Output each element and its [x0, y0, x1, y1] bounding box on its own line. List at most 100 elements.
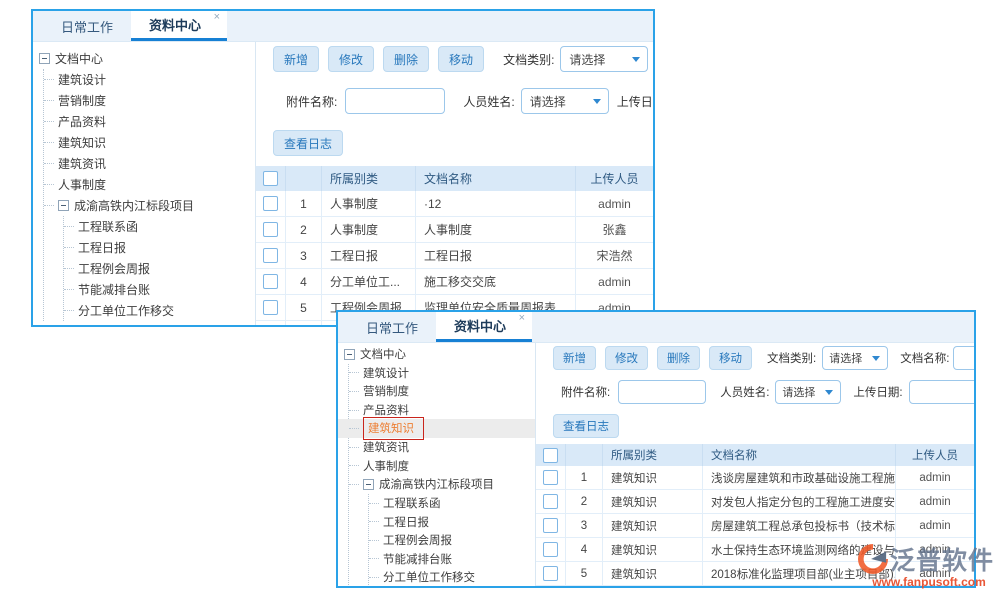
tab-daily-work[interactable]: 日常工作	[43, 11, 131, 41]
row-checkbox[interactable]	[263, 300, 278, 315]
view-log-button[interactable]: 查看日志	[273, 130, 343, 156]
collapse-icon[interactable]	[58, 200, 69, 211]
tree-item[interactable]: 工程联系函	[64, 216, 255, 237]
move-button[interactable]: 移动	[438, 46, 484, 72]
tree-item[interactable]: 文档中心	[338, 345, 535, 364]
doc-name-input[interactable]	[953, 346, 974, 370]
tree-item[interactable]: 分工单位工作移交	[369, 568, 535, 586]
edit-button[interactable]: 修改	[605, 346, 648, 370]
checkbox-cell	[256, 243, 286, 268]
add-button[interactable]: 新增	[553, 346, 596, 370]
table-row[interactable]: 2 人事制度 人事制度 张鑫	[256, 217, 653, 243]
tree-item[interactable]: 建筑知识	[44, 132, 255, 153]
tree-item[interactable]: 工程联系函	[369, 494, 535, 513]
tab-daily-work[interactable]: 日常工作	[348, 312, 436, 342]
table-row[interactable]: 1 人事制度 ·12 admin	[256, 191, 653, 217]
row-checkbox[interactable]	[543, 470, 558, 485]
header-uploader: 上传人员	[576, 166, 653, 191]
tree-item-label: 工程日报	[383, 514, 429, 530]
tree-item[interactable]: 产品资料	[44, 111, 255, 132]
select-all-checkbox[interactable]	[543, 448, 558, 463]
document-tree: 文档中心 建筑设计 营销制度 产品资料 建筑知识 建筑资讯 人事制度 成渝高铁内…	[338, 343, 536, 586]
fanpu-logo-icon	[858, 544, 888, 574]
tree-item-label: 营销制度	[58, 92, 106, 109]
cell-doc-name: ·12	[416, 191, 576, 216]
tree-item[interactable]: 建筑知识	[338, 419, 535, 438]
select-all-checkbox[interactable]	[263, 171, 278, 186]
tree-item-label: 建筑知识	[363, 417, 424, 440]
table-row[interactable]: 2 建筑知识 对发包人指定分包的工程施工进度安... admin	[536, 490, 974, 514]
tab-data-center[interactable]: 资料中心 ×	[436, 312, 532, 342]
tree-item[interactable]: 营销制度	[349, 382, 535, 401]
collapse-icon[interactable]	[39, 53, 50, 64]
tree-item[interactable]: 成渝高铁内江标段项目	[44, 195, 255, 216]
dropdown-arrow-icon	[632, 57, 640, 62]
tree-item[interactable]: 成渝高铁内江标段项目	[349, 475, 535, 494]
tree-item[interactable]: 建筑资讯	[44, 153, 255, 174]
view-log-button[interactable]: 查看日志	[553, 414, 619, 438]
table-body: 1 人事制度 ·12 admin 2 人事制度 人事制度 张鑫 3 工程日报 工…	[256, 191, 653, 325]
header-doc-name: 文档名称	[703, 444, 896, 466]
row-checkbox[interactable]	[543, 494, 558, 509]
cell-doc-name: 浅谈房屋建筑和市政基础设施工程施...	[703, 466, 896, 489]
cell-doc-name: 人事制度	[416, 217, 576, 242]
person-name-select[interactable]: 请选择	[521, 88, 609, 114]
table-row[interactable]: 1 建筑知识 浅谈房屋建筑和市政基础设施工程施... admin	[536, 466, 974, 490]
upload-date-label: 上传日期:	[853, 384, 902, 400]
attachment-name-input[interactable]	[618, 380, 706, 404]
delete-button[interactable]: 删除	[383, 46, 429, 72]
tree-item[interactable]: 节能减排台账	[369, 550, 535, 569]
attachment-name-input[interactable]	[345, 88, 445, 114]
row-number: 2	[566, 490, 603, 513]
cell-uploader: admin	[896, 466, 974, 489]
row-checkbox[interactable]	[263, 274, 278, 289]
table-row[interactable]: 3 建筑知识 房屋建筑工程总承包投标书（技术标... admin	[536, 514, 974, 538]
row-checkbox[interactable]	[543, 518, 558, 533]
tree-item-label: 分工单位工作移交	[78, 302, 174, 319]
collapse-icon[interactable]	[363, 479, 374, 490]
cell-category: 分工单位工...	[322, 269, 416, 294]
tree-item[interactable]: 分工单位工作移交	[64, 300, 255, 321]
edit-button[interactable]: 修改	[328, 46, 374, 72]
tree-item[interactable]: 工程日报	[369, 512, 535, 531]
tree-item[interactable]: 营销制度	[44, 90, 255, 111]
row-checkbox[interactable]	[263, 248, 278, 263]
toolbar-row-log: 查看日志	[256, 130, 653, 156]
add-button[interactable]: 新增	[273, 46, 319, 72]
table-row[interactable]: 3 工程日报 工程日报 宋浩然	[256, 243, 653, 269]
checkbox-cell	[536, 514, 566, 537]
close-icon[interactable]: ×	[214, 12, 220, 23]
tree-item[interactable]: 工程例会周报	[369, 531, 535, 550]
header-doc-name: 文档名称	[416, 166, 576, 191]
tree-item[interactable]: 建筑设计	[349, 364, 535, 383]
collapse-icon[interactable]	[344, 349, 355, 360]
tree-item[interactable]: 工程日报	[64, 237, 255, 258]
tab-label: 资料中心	[454, 316, 506, 335]
tab-data-center[interactable]: 资料中心 ×	[131, 11, 227, 41]
doc-category-select[interactable]: 请选择	[560, 46, 648, 72]
tree-item[interactable]: 人事制度	[349, 457, 535, 476]
close-icon[interactable]: ×	[519, 313, 525, 324]
tree-item[interactable]: 工程例会周报	[64, 258, 255, 279]
checkbox-cell	[256, 217, 286, 242]
move-button[interactable]: 移动	[709, 346, 752, 370]
doc-category-select[interactable]: 请选择	[822, 346, 888, 370]
tree-item[interactable]: 建筑资讯	[349, 438, 535, 457]
row-checkbox[interactable]	[543, 566, 558, 581]
tree-item[interactable]: 人事制度	[44, 174, 255, 195]
tree-item-label: 人事制度	[363, 458, 409, 474]
header-category: 所属别类	[322, 166, 416, 191]
row-checkbox[interactable]	[263, 196, 278, 211]
person-name-select[interactable]: 请选择	[775, 380, 841, 404]
tree-item[interactable]: 建筑设计	[44, 69, 255, 90]
tree-item[interactable]: 文档中心	[33, 48, 255, 69]
checkbox-cell	[536, 466, 566, 489]
tree-item[interactable]: 节能减排台账	[64, 279, 255, 300]
upload-date-input[interactable]	[909, 380, 974, 404]
row-checkbox[interactable]	[543, 542, 558, 557]
cell-uploader: admin	[896, 490, 974, 513]
row-checkbox[interactable]	[263, 222, 278, 237]
delete-button[interactable]: 删除	[657, 346, 700, 370]
table-row[interactable]: 4 分工单位工... 施工移交交底 admin	[256, 269, 653, 295]
header-category: 所属别类	[603, 444, 703, 466]
